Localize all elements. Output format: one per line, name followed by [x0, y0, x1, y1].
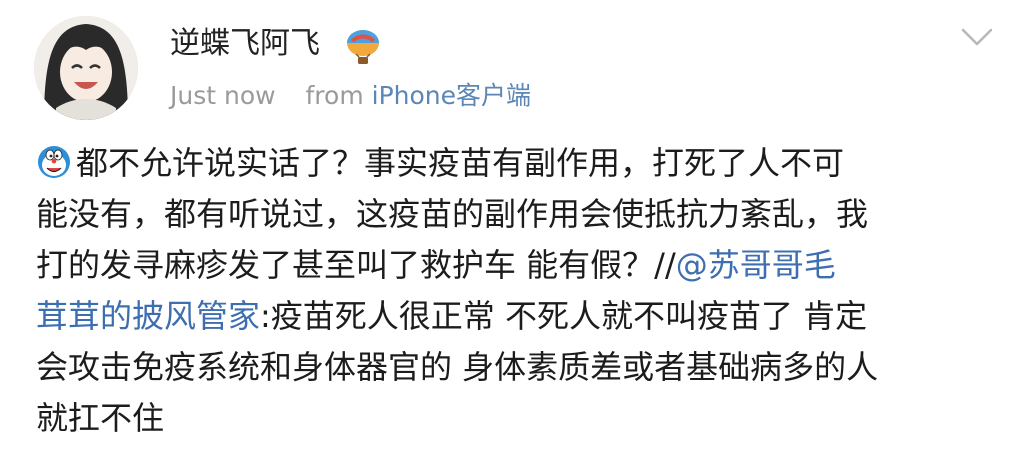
doraemon-emoji-icon: [38, 146, 70, 178]
post-body: 都不允许说实话了？事实疫苗有副作用，打死了人不可 能没有，都有听说过，这疫苗的副…: [36, 138, 996, 444]
hot-air-balloon-badge-icon: [347, 30, 379, 64]
source-link[interactable]: iPhone客户端: [372, 81, 531, 110]
avatar[interactable]: [34, 16, 138, 120]
mention-link[interactable]: @苏哥哥毛: [676, 246, 836, 284]
post-line: 茸茸的披风管家:疫苗死人很正常 不死人就不叫疫苗了 肯定: [36, 291, 996, 342]
post-header: 逆蝶飞阿飞 Just now from iPhone客户端: [0, 0, 1024, 130]
post-line: 就扛不住: [36, 399, 165, 437]
chevron-down-icon[interactable]: [960, 26, 994, 48]
post-line: 都不允许说实话了？事实疫苗有副作用，打死了人不可: [36, 138, 996, 189]
post-text: 都不允许说实话了？事实疫苗有副作用，打死了人不可: [76, 144, 845, 182]
post-line: 能没有，都有听说过，这疫苗的副作用会使抵抗力紊乱，我: [36, 195, 869, 233]
username[interactable]: 逆蝶飞阿飞: [170, 24, 320, 64]
from-label: from: [305, 81, 364, 110]
post-line: 打的发寻麻疹发了甚至叫了救护车 能有假？//@苏哥哥毛: [36, 240, 996, 291]
post-line: 会攻击免疫系统和身体器官的 身体素质差或者基础病多的人: [36, 348, 879, 386]
post-text: :疫苗死人很正常 不死人就不叫疫苗了 肯定: [260, 297, 868, 335]
post-meta: Just now from iPhone客户端: [170, 78, 531, 114]
mention-link[interactable]: 茸茸的披风管家: [36, 297, 260, 335]
avatar-illustration: [34, 16, 138, 120]
post-text: 打的发寻麻疹发了甚至叫了救护车 能有假？//: [36, 246, 676, 284]
timestamp: Just now: [170, 81, 276, 110]
